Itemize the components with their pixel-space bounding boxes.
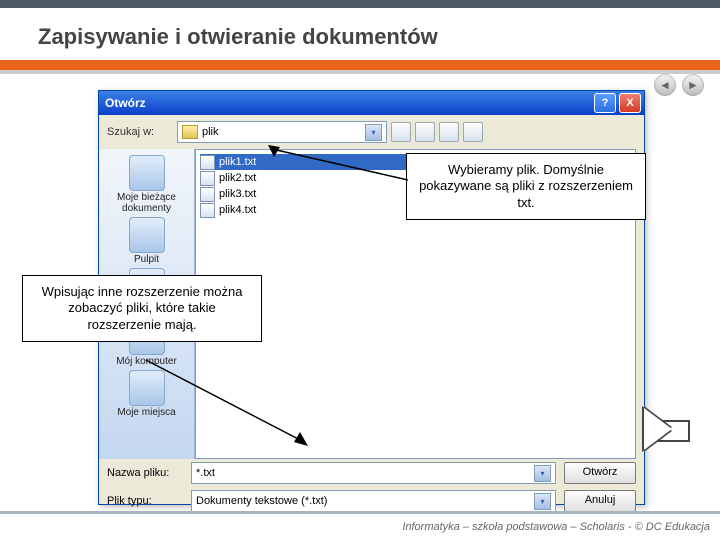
help-icon: ?	[602, 97, 609, 109]
callout-extension: Wpisując inne rozszerzenie można zobaczy…	[22, 275, 262, 342]
filetype-label: Plik typu:	[107, 495, 191, 507]
lookin-value: plik	[202, 126, 219, 138]
lookin-combo[interactable]: plik ▾	[177, 121, 387, 143]
close-button[interactable]: X	[619, 93, 641, 113]
callout-select-file: Wybieramy plik. Domyślnie pokazywane są …	[406, 153, 646, 220]
footer: Informatyka – szkoła podstawowa – Schola…	[0, 511, 720, 540]
big-arrow	[644, 408, 714, 450]
chevron-right-icon: ►	[687, 78, 699, 92]
next-slide-button[interactable]: ►	[682, 74, 704, 96]
footer-text: Informatyka – szkoła podstawowa – Schola…	[402, 521, 710, 533]
sidebar-item-desktop[interactable]: Pulpit	[107, 217, 187, 265]
up-icon[interactable]	[415, 122, 435, 142]
chevron-down-icon: ▾	[534, 465, 551, 482]
file-icon	[200, 203, 215, 218]
filename-label: Nazwa pliku:	[107, 467, 191, 479]
folder-icon	[182, 125, 198, 139]
filetype-combo[interactable]: Dokumenty tekstowe (*.txt)▾	[191, 490, 556, 512]
myplaces-icon	[129, 370, 165, 406]
filename-input[interactable]: *.txt▾	[191, 462, 556, 484]
lookin-row: Szukaj w: plik ▾	[99, 115, 644, 149]
sidebar-item-myplaces[interactable]: Moje miejsca	[107, 370, 187, 418]
open-button[interactable]: Otwórz	[564, 462, 636, 484]
grey-bar	[0, 70, 720, 74]
top-stripe	[0, 0, 720, 8]
file-icon	[200, 171, 215, 186]
prev-slide-button[interactable]: ◄	[654, 74, 676, 96]
chevron-down-icon: ▾	[534, 493, 551, 510]
help-button[interactable]: ?	[594, 93, 616, 113]
slide: Zapisywanie i otwieranie dokumentów ◄ ► …	[0, 0, 720, 540]
views-icon[interactable]	[463, 122, 483, 142]
chevron-down-icon: ▾	[365, 124, 382, 141]
cancel-button[interactable]: Anuluj	[564, 490, 636, 512]
recent-icon	[129, 155, 165, 191]
filename-row: Nazwa pliku: *.txt▾ Otwórz	[99, 459, 644, 487]
close-icon: X	[626, 97, 633, 109]
slide-title: Zapisywanie i otwieranie dokumentów	[0, 8, 720, 60]
sidebar-item-recent[interactable]: Moje bieżące dokumenty	[107, 155, 187, 214]
orange-bar	[0, 60, 720, 70]
file-icon	[200, 155, 215, 170]
titlebar: Otwórz ? X	[99, 91, 644, 115]
desktop-icon	[129, 217, 165, 253]
file-icon	[200, 187, 215, 202]
newfolder-icon[interactable]	[439, 122, 459, 142]
chevron-left-icon: ◄	[659, 78, 671, 92]
lookin-label: Szukaj w:	[107, 126, 177, 138]
dialog-title: Otwórz	[99, 96, 594, 110]
back-icon[interactable]	[391, 122, 411, 142]
